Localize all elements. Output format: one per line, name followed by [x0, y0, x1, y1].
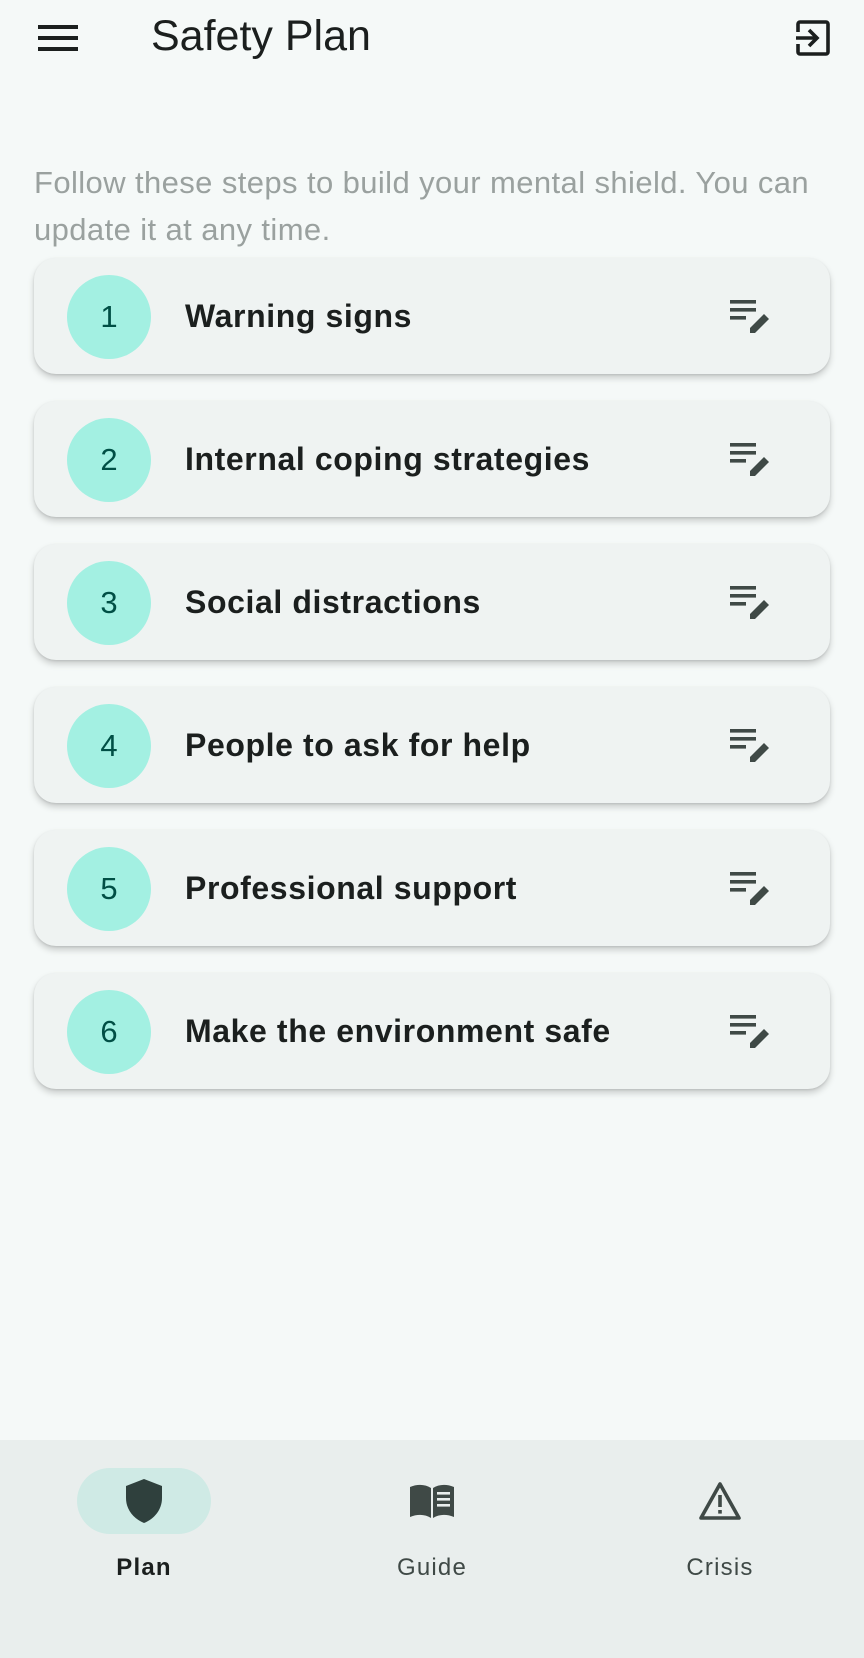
- shield-icon: [126, 1479, 162, 1523]
- step-number-badge: 3: [67, 561, 151, 645]
- step-card-people-to-ask[interactable]: 4 People to ask for help: [34, 687, 830, 803]
- step-label: Internal coping strategies: [185, 440, 591, 477]
- edit-note-icon[interactable]: [728, 439, 772, 479]
- nav-item-guide[interactable]: Guide: [330, 1468, 530, 1588]
- edit-note-icon[interactable]: [728, 296, 772, 336]
- nav-icon-container: [365, 1468, 499, 1534]
- step-card-warning-signs[interactable]: 1 Warning signs: [34, 258, 830, 374]
- step-number-badge: 6: [67, 990, 151, 1074]
- page-title: Safety Plan: [151, 12, 371, 60]
- exit-to-app-icon: [796, 20, 830, 56]
- top-app-bar: Safety Plan: [0, 0, 864, 76]
- nav-item-plan[interactable]: Plan: [42, 1468, 242, 1588]
- step-number-badge: 1: [67, 275, 151, 359]
- step-label: Warning signs: [185, 297, 413, 334]
- exit-button[interactable]: [784, 10, 840, 66]
- step-label: Make the environment safe: [185, 1012, 611, 1049]
- safety-plan-steps: 1 Warning signs 2 Internal coping strate…: [34, 258, 830, 1116]
- nav-icon-container: [653, 1468, 787, 1534]
- warning-triangle-icon: [699, 1482, 741, 1520]
- menu-button[interactable]: [30, 10, 86, 66]
- nav-label-plan: Plan: [116, 1554, 172, 1581]
- nav-label-crisis: Crisis: [686, 1554, 754, 1581]
- intro-text: Follow these steps to build your mental …: [34, 165, 810, 247]
- step-card-internal-coping[interactable]: 2 Internal coping strategies: [34, 401, 830, 517]
- step-card-professional-support[interactable]: 5 Professional support: [34, 830, 830, 946]
- nav-item-crisis[interactable]: Crisis: [618, 1468, 818, 1588]
- step-label: Professional support: [185, 869, 518, 906]
- nav-label-guide: Guide: [396, 1554, 468, 1581]
- step-label: Social distractions: [185, 583, 481, 620]
- step-card-social-distractions[interactable]: 3 Social distractions: [34, 544, 830, 660]
- nav-active-indicator: [77, 1468, 211, 1534]
- edit-note-icon[interactable]: [728, 1011, 772, 1051]
- step-label: People to ask for help: [185, 726, 531, 763]
- step-number-badge: 5: [67, 847, 151, 931]
- step-card-environment-safe[interactable]: 6 Make the environment safe: [34, 973, 830, 1089]
- step-number-badge: 4: [67, 704, 151, 788]
- hamburger-menu-icon: [38, 25, 78, 51]
- bottom-navigation: Plan Guide Crisis: [0, 1440, 864, 1658]
- edit-note-icon[interactable]: [728, 868, 772, 908]
- edit-note-icon[interactable]: [728, 582, 772, 622]
- edit-note-icon[interactable]: [728, 725, 772, 765]
- book-icon: [410, 1484, 454, 1518]
- step-number-badge: 2: [67, 418, 151, 502]
